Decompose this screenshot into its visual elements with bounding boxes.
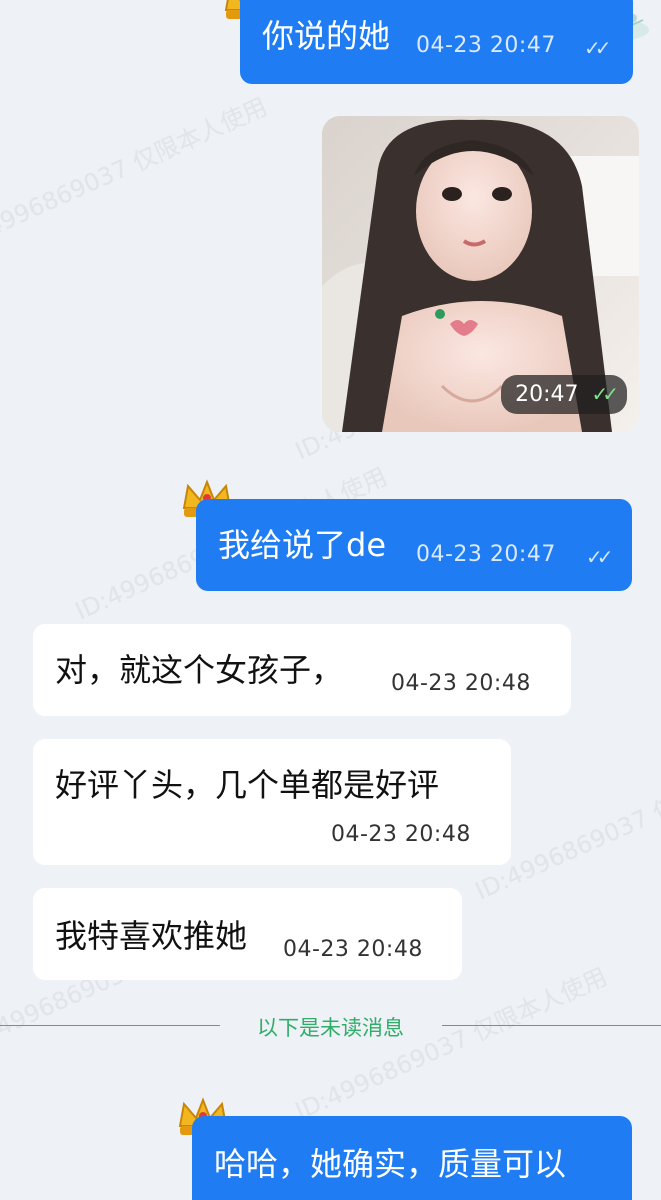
message-text: 我特喜欢推她 (55, 917, 248, 955)
message-text: 对，就这个女孩子， (55, 651, 344, 689)
incoming-message-bubble[interactable]: 我特喜欢推她 04-23 20:48 (33, 888, 462, 980)
message-timestamp: 04-23 20:48 (331, 822, 471, 847)
double-check-icon: ✓✓ (591, 382, 618, 406)
outgoing-message-bubble[interactable]: 你说的她 04-23 20:47 ✓✓ (240, 0, 633, 84)
message-text: 好评丫头，几个单都是好评 (55, 766, 440, 804)
outgoing-message-bubble[interactable]: 我给说了de 04-23 20:47 ✓✓ (196, 499, 632, 591)
double-check-icon: ✓✓ (584, 36, 611, 60)
message-timestamp: 04-23 20:48 (283, 937, 423, 962)
message-text: 我给说了de (218, 526, 387, 564)
image-message[interactable]: 20:47 ✓✓ (322, 116, 639, 432)
outgoing-message-bubble[interactable]: 哈哈，她确实，质量可以 (192, 1116, 632, 1200)
message-text: 你说的她 (262, 17, 391, 55)
watermark-text: ID:4996869037 仅限本人使用 (0, 92, 271, 255)
message-text: 哈哈，她确实，质量可以 (214, 1145, 567, 1183)
image-timestamp-badge: 20:47 ✓✓ (501, 375, 627, 414)
incoming-message-bubble[interactable]: 对，就这个女孩子， 04-23 20:48 (33, 624, 571, 716)
message-timestamp: 04-23 20:47 (416, 33, 556, 58)
watermark-text: ID:4996869037 仅限本人使用 (291, 962, 611, 1125)
incoming-message-bubble[interactable]: 好评丫头，几个单都是好评 04-23 20:48 (33, 739, 511, 865)
divider-label: 以下是未读消息 (257, 1016, 404, 1040)
chat-screen: ID:4996869037 仅限本人使用 ID:4996869037 仅限本人使… (0, 0, 661, 1200)
double-check-icon: ✓✓ (586, 545, 613, 569)
divider-line (442, 1025, 661, 1026)
unread-divider: 以下是未读消息 (0, 1014, 661, 1040)
message-timestamp: 04-23 20:48 (391, 671, 531, 696)
message-timestamp: 20:47 (515, 382, 579, 407)
message-timestamp: 04-23 20:47 (416, 542, 556, 567)
